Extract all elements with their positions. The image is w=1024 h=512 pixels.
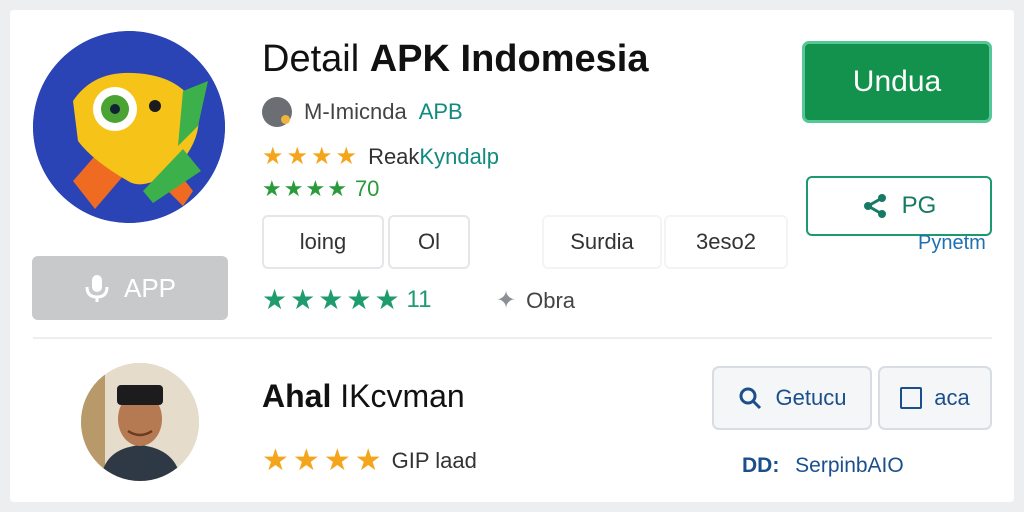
star-icon: ★ bbox=[262, 143, 284, 170]
star-icon: ★ bbox=[327, 176, 347, 201]
chip-1[interactable]: loing bbox=[262, 215, 384, 269]
star-icon: ★ bbox=[335, 143, 358, 170]
score-value: 70 bbox=[354, 176, 380, 201]
mic-icon bbox=[85, 275, 109, 302]
obra-label: Obra bbox=[526, 288, 576, 313]
app-icon bbox=[33, 31, 225, 223]
author-rating-row: ★ ★ ★ ★ GIP laad bbox=[262, 446, 477, 476]
author-name-rest: IKcvman bbox=[340, 378, 465, 414]
download-button-label: Undua bbox=[852, 65, 942, 98]
avatar bbox=[81, 363, 199, 481]
star-icon: ★ bbox=[290, 284, 316, 315]
chip-4-label: 3eso2 bbox=[696, 229, 756, 254]
star-icon: ★ bbox=[318, 284, 344, 315]
star-icon: ★ bbox=[262, 176, 282, 201]
box-button-label: aca bbox=[934, 385, 970, 410]
star-outline-icon: ✦ bbox=[496, 287, 517, 314]
share-button-label: PG bbox=[901, 192, 937, 219]
star-icon: ★ bbox=[354, 444, 382, 477]
star-icon: ★ bbox=[286, 143, 309, 170]
author-name: Ahal IKcvman bbox=[262, 378, 465, 415]
square-icon bbox=[900, 387, 923, 409]
score-row: ★ ★ ★ ★ 70 bbox=[262, 176, 379, 202]
reviews-row: ★ ★ ★ ★ ★ 11 bbox=[262, 286, 431, 314]
star-icon: ★ bbox=[292, 444, 320, 477]
share-icon bbox=[863, 194, 886, 218]
developer-logo-icon bbox=[262, 97, 292, 127]
rating-row: ★ ★ ★ ★ Reak Kyndalp bbox=[262, 144, 499, 170]
chip-3[interactable]: Surdia bbox=[542, 215, 662, 269]
star-icon: ★ bbox=[262, 284, 288, 315]
author-name-bold: Ahal bbox=[262, 378, 332, 414]
star-icon: ★ bbox=[283, 176, 304, 201]
star-icon: ★ bbox=[346, 284, 372, 315]
chip-2-label: Ol bbox=[418, 229, 440, 254]
author-link-prefix: DD: bbox=[742, 454, 780, 477]
author-link-text: SerpinbAIO bbox=[795, 454, 904, 477]
page-title: Detail APK Indomesia bbox=[262, 38, 648, 81]
search-button[interactable]: Getucu bbox=[712, 366, 872, 430]
share-link[interactable]: Pynetm bbox=[918, 232, 986, 255]
star-icon: ★ bbox=[305, 176, 326, 201]
chip-4[interactable]: 3eso2 bbox=[664, 215, 788, 269]
app-button[interactable]: APP bbox=[32, 256, 228, 320]
obra-row[interactable]: ✦ Obra bbox=[496, 288, 575, 314]
reviews-count: 11 bbox=[406, 286, 432, 313]
download-button[interactable]: Undua bbox=[802, 41, 992, 123]
developer-row[interactable]: M-Imicnda APB bbox=[262, 96, 463, 128]
star-icon: ★ bbox=[323, 444, 351, 477]
star-icon: ★ bbox=[374, 284, 400, 315]
chip-3-label: Surdia bbox=[570, 229, 634, 254]
rating-text-b[interactable]: Kyndalp bbox=[419, 144, 499, 170]
chip-1-label: loing bbox=[299, 229, 347, 254]
app-button-label: APP bbox=[123, 272, 177, 303]
title-prefix: Detail bbox=[262, 38, 360, 80]
developer-name: M-Imicnda bbox=[304, 99, 407, 124]
search-button-label: Getucu bbox=[775, 385, 847, 410]
author-link[interactable]: DD: SerpinbAIO bbox=[742, 454, 904, 478]
chip-2[interactable]: Ol bbox=[388, 215, 470, 269]
star-icon: ★ bbox=[311, 143, 333, 170]
rating-text-a: Reak bbox=[368, 144, 420, 169]
title-main: APK Indomesia bbox=[369, 38, 649, 80]
box-button[interactable]: aca bbox=[878, 366, 992, 430]
share-button[interactable]: PG bbox=[806, 176, 992, 236]
search-icon bbox=[739, 387, 761, 410]
section-divider bbox=[33, 337, 992, 339]
author-rating-label: GIP laad bbox=[391, 448, 477, 473]
developer-tag: APB bbox=[418, 99, 463, 124]
star-icon: ★ bbox=[262, 444, 289, 477]
